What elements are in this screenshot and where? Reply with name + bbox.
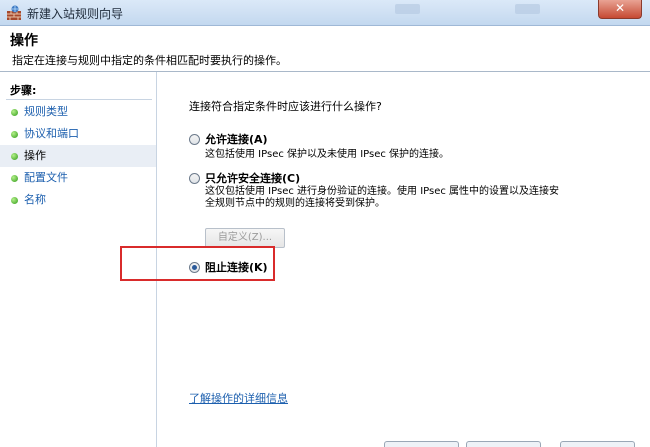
highlight-box	[120, 246, 275, 281]
customize-button[interactable]: 自定义(Z)...	[205, 228, 285, 248]
bullet-icon	[11, 109, 18, 116]
title-bar-blur	[395, 4, 420, 14]
bullet-icon	[11, 131, 18, 138]
bullet-icon	[11, 175, 18, 182]
sidebar-item-label: 规则类型	[24, 105, 68, 118]
allow-connection-label[interactable]: 允许连接(A)	[205, 131, 268, 147]
allow-secure-label[interactable]: 只允许安全连接(C)	[205, 170, 300, 186]
allow-connection-radio[interactable]	[189, 134, 200, 145]
sidebar-item-name[interactable]: 名称	[0, 189, 156, 211]
bullet-icon	[11, 153, 18, 160]
steps-label: 步骤:	[10, 84, 37, 97]
divider	[6, 99, 152, 100]
page-description: 指定在连接与规则中指定的条件相匹配时要执行的操作。	[12, 54, 287, 67]
sidebar-item-label: 协议和端口	[24, 127, 79, 140]
back-button[interactable]	[384, 441, 459, 447]
allow-secure-desc-line1: 这仅包括使用 IPsec 进行身份验证的连接。使用 IPsec 属性中的设置以及…	[205, 186, 560, 197]
sidebar-item-label: 配置文件	[24, 171, 68, 184]
sidebar-item-rule-type[interactable]: 规则类型	[0, 101, 156, 123]
learn-more-link[interactable]: 了解操作的详细信息	[189, 390, 288, 406]
sidebar-item-protocol-ports[interactable]: 协议和端口	[0, 123, 156, 145]
next-button[interactable]	[466, 441, 541, 447]
title-bar-blur	[515, 4, 540, 14]
sidebar-item-action[interactable]: 操作	[0, 145, 156, 167]
question-text: 连接符合指定条件时应该进行什么操作?	[189, 100, 382, 113]
sidebar-item-profile[interactable]: 配置文件	[0, 167, 156, 189]
title-bar: 新建入站规则向导 ✕	[0, 0, 650, 26]
page-title: 操作	[10, 33, 38, 49]
sidebar-item-label: 名称	[24, 193, 46, 206]
allow-connection-desc: 这包括使用 IPsec 保护以及未使用 IPsec 保护的连接。	[205, 149, 450, 160]
wizard-header: 操作 指定在连接与规则中指定的条件相匹配时要执行的操作。	[0, 26, 650, 72]
bullet-icon	[11, 197, 18, 204]
sidebar-item-label: 操作	[24, 149, 46, 162]
window-title: 新建入站规则向导	[27, 7, 124, 21]
close-button[interactable]: ✕	[598, 0, 642, 19]
allow-secure-desc-line2: 全规则节点中的规则的连接将受到保护。	[205, 198, 385, 209]
cancel-button[interactable]	[560, 441, 635, 447]
firewall-icon	[7, 5, 21, 20]
allow-secure-radio[interactable]	[189, 173, 200, 184]
